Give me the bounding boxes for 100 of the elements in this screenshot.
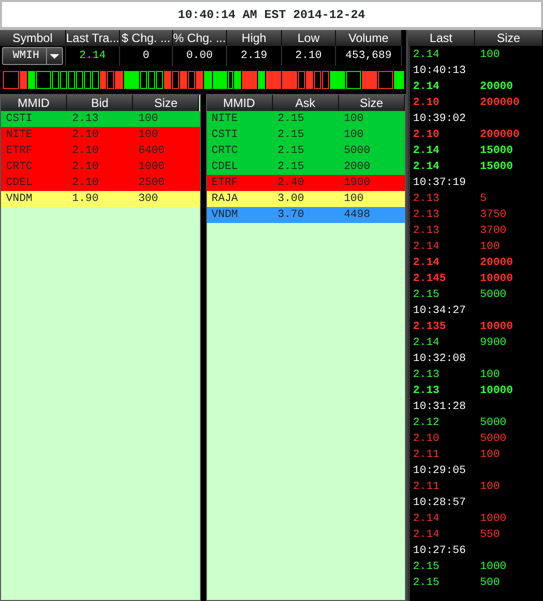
trade-price: 2.13: [413, 208, 440, 223]
market-maker-id: CDEL: [5, 176, 34, 191]
change-value: 0: [120, 46, 173, 66]
market-maker-id: CRTC: [5, 160, 34, 175]
price: 2.10: [71, 128, 100, 143]
size: 2500: [137, 176, 166, 191]
market-maker-id: VNDM: [210, 208, 239, 223]
trade-price: 2.10: [413, 96, 440, 111]
trade-price: 2.11: [413, 448, 440, 463]
column-header: $ Chg. ...: [120, 30, 173, 46]
trade-price: 2.14: [413, 240, 440, 255]
price: 2.15: [276, 112, 306, 127]
trade-size: 5: [480, 192, 488, 207]
trade-price: 2.14: [413, 512, 440, 527]
trade-size: 100: [480, 480, 501, 495]
size: 300: [137, 192, 160, 207]
price: 2.15: [276, 128, 306, 143]
timestamp: 10:27:56: [413, 544, 467, 559]
window-title: 10:40:14 AM EST 2014-12-24: [178, 6, 366, 24]
trade-price: 2.12: [413, 416, 440, 431]
trade-price: 2.15: [413, 576, 440, 591]
size: 1000: [137, 160, 166, 175]
trade-size: 3750: [480, 208, 508, 223]
trade-size: 20000: [480, 256, 514, 271]
trade-price: 2.14: [413, 48, 440, 63]
market-maker-id: CSTI: [5, 112, 34, 127]
trade-size: 20000: [480, 80, 514, 95]
trade-size: 100: [480, 448, 501, 463]
timestamp: 10:39:02: [413, 112, 467, 127]
market-maker-id: ETRF: [210, 176, 239, 191]
column-header: Ask: [272, 95, 339, 111]
percent-change-value: 0.00: [173, 46, 227, 66]
price: 3.00: [276, 192, 306, 207]
market-maker-id: NITE: [210, 112, 239, 127]
price: 2.10: [71, 176, 100, 191]
trade-size: 1000: [480, 512, 508, 527]
market-maker-id: ETRF: [5, 144, 34, 159]
high-value: 2.19: [227, 46, 282, 66]
trade-price: 2.13: [413, 192, 440, 207]
size: 5000: [342, 144, 372, 159]
trade-price: 2.15: [413, 560, 440, 575]
size: 100: [342, 112, 365, 127]
trade-size: 1000: [480, 560, 508, 575]
column-header: Low: [282, 30, 336, 46]
timestamp: 10:28:57: [413, 496, 467, 511]
price: 2.10: [71, 160, 100, 175]
trade-price: 2.11: [413, 480, 440, 495]
trade-size: 5000: [480, 432, 508, 447]
column-header: High: [227, 30, 282, 46]
price: 2.15: [276, 144, 306, 159]
market-maker-id: CDEL: [210, 160, 239, 175]
column-header: Symbol: [0, 30, 66, 46]
low-value: 2.10: [282, 46, 336, 66]
market-maker-id: NITE: [5, 128, 34, 143]
trade-size: 15000: [480, 160, 514, 175]
last-trade-value: 2.14: [66, 46, 120, 66]
price: 2.10: [71, 144, 100, 159]
timestamp: 10:31:28: [413, 400, 467, 415]
trade-size: 9900: [480, 336, 508, 351]
timestamp: 10:34:27: [413, 304, 467, 319]
column-header: Volume: [336, 30, 402, 46]
trade-size: 5000: [480, 288, 508, 303]
column-header: % Chg. ...: [173, 30, 227, 46]
trade-price: 2.14: [413, 256, 440, 271]
size: 6400: [137, 144, 166, 159]
trade-size: 100: [480, 48, 501, 63]
column-header: Last Tra...: [66, 30, 120, 46]
column-header: Bid: [67, 95, 134, 111]
symbol-dropdown[interactable]: WMIH: [2, 47, 63, 65]
caret-icon: [46, 48, 62, 64]
trade-size: 15000: [480, 144, 514, 159]
price: 2.15: [276, 160, 306, 175]
timestamp: 10:32:08: [413, 352, 467, 367]
size: 100: [137, 128, 160, 143]
trade-price: 2.13: [413, 224, 440, 239]
trade-size: 10000: [480, 320, 514, 335]
trade-price: 2.14: [413, 144, 440, 159]
trade-price: 2.14: [413, 336, 440, 351]
trade-size: 100: [480, 240, 501, 255]
column-header: MMID: [206, 95, 273, 111]
timestamp: 10:37:19: [413, 176, 467, 191]
market-maker-id: CSTI: [210, 128, 239, 143]
trade-price: 2.13: [413, 368, 440, 383]
column-header: MMID: [1, 95, 68, 111]
trade-size: 200000: [480, 128, 521, 143]
column-header: Size: [338, 95, 405, 111]
price: 2.40: [276, 176, 306, 191]
trade-price: 2.14: [413, 80, 440, 95]
trade-size: 3700: [480, 224, 508, 239]
trade-size: 10000: [480, 272, 514, 287]
trade-price: 2.10: [413, 432, 440, 447]
timestamp: 10:40:13: [413, 64, 467, 79]
column-header: Size: [133, 95, 200, 111]
column-header: Last: [408, 30, 475, 46]
column-header: Size: [475, 30, 543, 46]
trade-size: 550: [480, 528, 501, 543]
market-maker-id: VNDM: [5, 192, 34, 207]
size: 100: [137, 112, 160, 127]
trade-size: 500: [480, 576, 501, 591]
trade-size: 5000: [480, 416, 508, 431]
